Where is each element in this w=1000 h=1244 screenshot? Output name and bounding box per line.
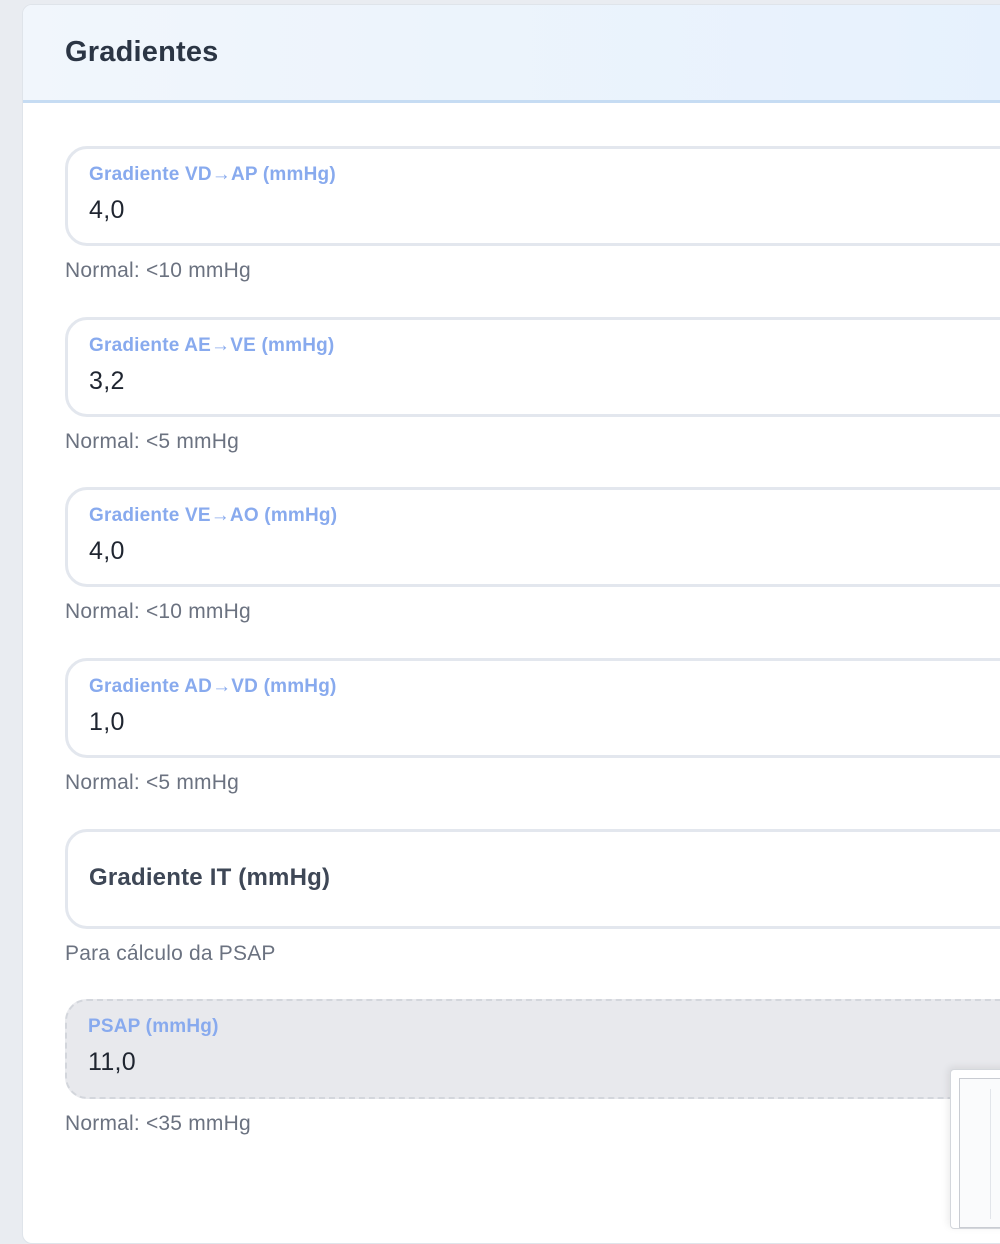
gradient-ve-ao-label: Gradiente VE→AO (mmHg) xyxy=(89,505,338,526)
gradient-ae-ve-label: Gradiente AE→VE (mmHg) xyxy=(89,335,335,356)
gradient-ve-ao-hint: Normal: <10 mmHg xyxy=(65,600,251,623)
popup-divider xyxy=(990,1089,991,1219)
gradient-ve-ao-value[interactable]: 4,0 xyxy=(89,537,125,566)
section-title: Gradientes xyxy=(65,36,219,68)
psap-label: PSAP (mmHg) xyxy=(88,1016,219,1037)
gradient-vd-ap-hint: Normal: <10 mmHg xyxy=(65,259,251,282)
gradient-it-hint: Para cálculo da PSAP xyxy=(65,942,276,965)
gradient-ad-vd-label: Gradiente AD→VD (mmHg) xyxy=(89,676,337,697)
gradient-ad-vd-hint: Normal: <5 mmHg xyxy=(65,771,239,794)
gradient-ad-vd-value[interactable]: 1,0 xyxy=(89,708,125,737)
card-header: Gradientes xyxy=(23,5,1000,103)
gradient-vd-ap-value[interactable]: 4,0 xyxy=(89,196,125,225)
gradient-ae-ve-value[interactable]: 3,2 xyxy=(89,367,125,396)
gradient-ae-ve-field[interactable]: Gradiente AE→VE (mmHg) 3,2 xyxy=(65,317,1000,417)
gradient-it-field[interactable]: Gradiente IT (mmHg) xyxy=(65,829,1000,929)
popup-window[interactable] xyxy=(950,1069,1000,1229)
psap-field: PSAP (mmHg) 11,0 xyxy=(65,999,1000,1099)
gradientes-card: Gradientes Gradiente VD→AP (mmHg) 4,0 No… xyxy=(22,4,1000,1244)
gradient-ve-ao-field[interactable]: Gradiente VE→AO (mmHg) 4,0 xyxy=(65,487,1000,587)
psap-value: 11,0 xyxy=(88,1048,137,1076)
gradient-ae-ve-hint: Normal: <5 mmHg xyxy=(65,430,239,453)
psap-hint: Normal: <35 mmHg xyxy=(65,1112,251,1135)
gradient-it-placeholder: Gradiente IT (mmHg) xyxy=(89,864,331,891)
gradient-ad-vd-field[interactable]: Gradiente AD→VD (mmHg) 1,0 xyxy=(65,658,1000,758)
gradient-vd-ap-label: Gradiente VD→AP (mmHg) xyxy=(89,164,336,185)
gradient-vd-ap-field[interactable]: Gradiente VD→AP (mmHg) 4,0 xyxy=(65,146,1000,246)
